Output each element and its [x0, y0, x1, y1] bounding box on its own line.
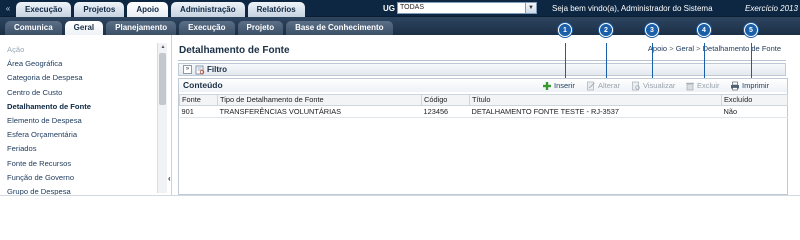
tab-planejamento[interactable]: Planejamento	[106, 21, 177, 35]
double-chevron-icon[interactable]: «	[2, 2, 14, 15]
insert-button[interactable]: Inserir	[542, 80, 575, 91]
sidebar-item-grupo-de-despesa[interactable]: Grupo de Despesa	[7, 185, 157, 195]
callout-badge-4: 4	[697, 23, 711, 37]
exercicio-label[interactable]: Exercício 2013	[745, 3, 798, 14]
sidebar-item-funcao-de-governo[interactable]: Função de Governo	[7, 171, 157, 185]
content-panel-header: Conteúdo Inserir Alterar Visualizar Excl…	[179, 79, 787, 92]
sidebar-item-acao[interactable]: Ação	[7, 43, 157, 57]
tab-administracao[interactable]: Administração	[171, 2, 245, 17]
print-button[interactable]: Imprimir	[730, 80, 769, 91]
table-cell: DETALHAMENTO FONTE TESTE - RJ-3537	[469, 105, 722, 118]
plus-icon	[543, 81, 551, 90]
page-title: Detalhamento de Fonte	[179, 45, 290, 56]
delete-button-label: Excluir	[697, 81, 720, 90]
main-content: Detalhamento de Fonte Apoio > Geral > De…	[173, 23, 795, 195]
print-button-label: Imprimir	[742, 81, 770, 90]
ug-label: UG	[383, 4, 395, 13]
filter-icon	[195, 65, 205, 75]
ug-select-value: TODAS	[400, 4, 424, 11]
callout-line	[704, 43, 705, 83]
column-header-codigo[interactable]: Código	[421, 94, 470, 106]
content-panel-title: Conteúdo	[183, 80, 223, 90]
tab-projetos[interactable]: Projetos	[74, 2, 125, 17]
trash-icon	[686, 82, 694, 90]
callout-badge-2: 2	[599, 23, 613, 37]
edit-button[interactable]: Alterar	[586, 80, 620, 91]
title-divider	[178, 60, 786, 61]
table-cell: 123456	[421, 105, 470, 118]
breadcrumb-item-geral[interactable]: Geral	[676, 44, 694, 53]
callout-badge-5: 5	[744, 23, 758, 37]
tab-comunica[interactable]: Comunica	[5, 21, 62, 35]
callout-line	[606, 43, 607, 83]
table-cell: Não	[721, 105, 788, 118]
table-cell: TRANSFERÊNCIAS VOLUNTÁRIAS	[217, 105, 422, 118]
sidebar-scrollbar[interactable]: ▲	[157, 43, 167, 193]
sub-nav-tabs: Comunica Geral Planejamento Execução Pro…	[5, 21, 393, 35]
top-navigation-bar: « Execução Projetos Apoio Administração …	[0, 0, 800, 17]
sidebar-item-elemento-de-despesa[interactable]: Elemento de Despesa	[7, 114, 157, 128]
column-header-fonte[interactable]: Fonte	[179, 94, 218, 106]
callout-badge-3: 3	[645, 23, 659, 37]
expand-filter-icon[interactable]: »	[183, 65, 192, 74]
table-cell: 901	[179, 105, 218, 118]
tab-execucao-sub[interactable]: Execução	[179, 21, 235, 35]
bottom-border	[0, 195, 800, 203]
callout-badge-1: 1	[558, 23, 572, 37]
breadcrumb-item-current: Detalhamento de Fonte	[702, 44, 781, 53]
sidebar-item-feriados[interactable]: Feriados	[7, 142, 157, 156]
tab-projeto[interactable]: Projeto	[237, 21, 284, 35]
sidebar-item-area-geografica[interactable]: Área Geográfica	[7, 57, 157, 71]
column-header-titulo[interactable]: Título	[469, 94, 722, 106]
edit-button-label: Alterar	[598, 81, 621, 90]
insert-button-label: Inserir	[554, 81, 575, 90]
chevron-down-icon[interactable]: ▼	[525, 3, 536, 13]
welcome-message: Seja bem vindo(a), Administrador do Sist…	[552, 4, 713, 13]
printer-icon	[731, 81, 739, 90]
scroll-up-icon[interactable]: ▲	[158, 43, 168, 51]
callout-line	[565, 43, 566, 83]
tab-geral[interactable]: Geral	[64, 21, 104, 35]
view-button[interactable]: Visualizar	[631, 80, 675, 91]
callout-line	[652, 43, 653, 83]
column-header-excluido[interactable]: Excluído	[721, 94, 788, 106]
sidebar-item-centro-de-custo[interactable]: Centro de Custo	[7, 86, 157, 100]
content-panel: Conteúdo Inserir Alterar Visualizar Excl…	[178, 78, 788, 195]
table-row[interactable]: 901 TRANSFERÊNCIAS VOLUNTÁRIAS 123456 DE…	[179, 105, 788, 118]
tab-execucao[interactable]: Execução	[16, 2, 72, 17]
edit-document-icon	[587, 81, 595, 90]
breadcrumb-separator: >	[669, 44, 674, 53]
breadcrumb-separator: >	[696, 44, 701, 53]
sub-navigation-bar: Comunica Geral Planejamento Execução Pro…	[0, 17, 800, 35]
tab-relatorios[interactable]: Relatórios	[247, 2, 305, 17]
top-nav-tabs: Execução Projetos Apoio Administração Re…	[16, 2, 305, 17]
view-button-label: Visualizar	[643, 81, 676, 90]
breadcrumb: Apoio > Geral > Detalhamento de Fonte	[648, 44, 781, 53]
sidebar-item-detalhamento-de-fonte[interactable]: Detalhamento de Fonte	[7, 100, 157, 114]
scrollbar-thumb[interactable]	[159, 53, 166, 105]
sidebar: Ação Área Geográfica Categoria de Despes…	[0, 35, 172, 195]
filter-panel[interactable]: » Filtro	[178, 63, 786, 76]
ug-select[interactable]: TODAS ▼	[397, 2, 537, 14]
table-header-row: Fonte Tipo de Detalhamento de Fonte Códi…	[179, 94, 788, 106]
sidebar-item-categoria-de-despesa[interactable]: Categoria de Despesa	[7, 71, 157, 85]
column-header-tipo[interactable]: Tipo de Detalhamento de Fonte	[217, 94, 422, 106]
sidebar-item-esfera-orcamentaria[interactable]: Esfera Orçamentária	[7, 128, 157, 142]
breadcrumb-item-apoio[interactable]: Apoio	[648, 44, 667, 53]
delete-button[interactable]: Excluir	[685, 80, 720, 91]
tab-apoio[interactable]: Apoio	[127, 2, 169, 17]
data-table: Fonte Tipo de Detalhamento de Fonte Códi…	[179, 94, 788, 118]
filter-label: Filtro	[207, 65, 227, 74]
sidebar-item-fonte-de-recursos[interactable]: Fonte de Recursos	[7, 157, 157, 171]
sidebar-list: Ação Área Geográfica Categoria de Despes…	[7, 43, 157, 195]
callout-line	[751, 43, 752, 83]
tab-base-de-conhecimento[interactable]: Base de Conhecimento	[286, 21, 393, 35]
view-document-icon	[632, 81, 640, 90]
